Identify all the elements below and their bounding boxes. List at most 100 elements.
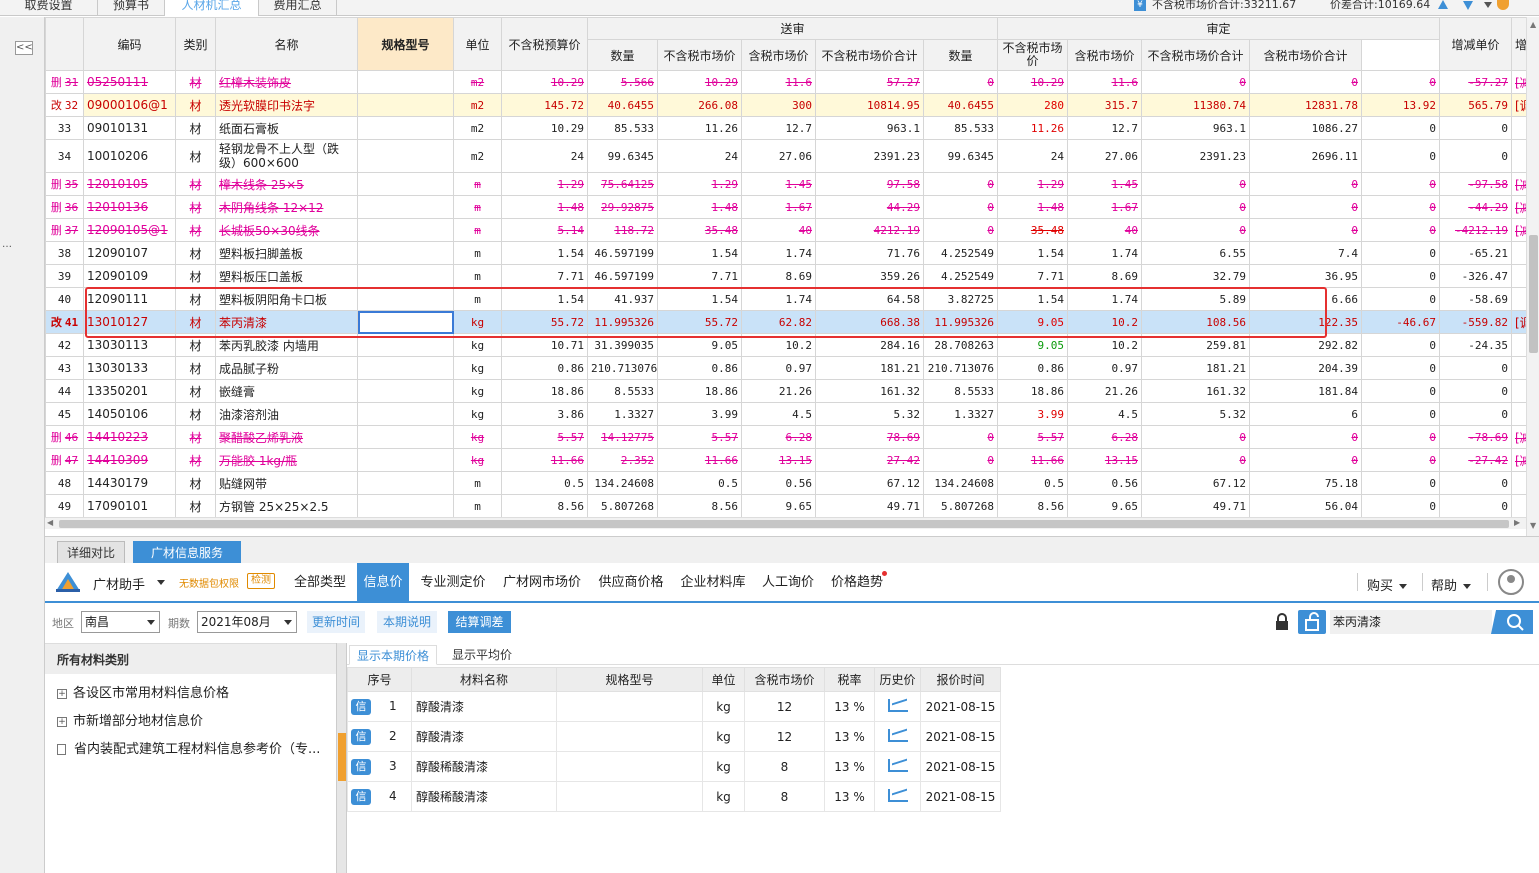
cell-extra[interactable]: [调 [1511,310,1526,334]
cell-extra[interactable]: [减 [1511,425,1526,449]
header-submit-market-excl-total[interactable]: 不含税市场价合计 [815,39,924,71]
cell-review-market-incl[interactable]: 0.97 [1067,356,1142,380]
cell-submit-market-incl[interactable]: 1.45 [741,172,816,196]
price-cell-history[interactable] [874,781,921,812]
cell-extra[interactable] [1511,264,1526,288]
cell-submit-market-incl[interactable]: 300 [741,93,816,117]
tab-labor-material-summary[interactable]: 人材机汇总 [165,0,259,16]
cell-budget-price[interactable]: 1.29 [501,172,588,196]
cell-submit-market-excl[interactable]: 11.26 [657,116,742,140]
cell-review-total[interactable]: 67.12 [1141,471,1250,495]
cell-name[interactable]: 轻钢龙骨不上人型（跌级）600×600 [215,139,358,173]
cell-budget-price[interactable]: 1.48 [501,195,588,219]
header-unit[interactable]: 单位 [453,17,502,71]
cell-review-qty[interactable]: 3.82725 [923,287,998,311]
cell-unit[interactable]: m2 [453,139,502,173]
cell-review-market-incl[interactable]: 1.45 [1067,172,1142,196]
cell-review-qty[interactable]: 4.252549 [923,241,998,265]
cell-review-incl-total[interactable]: 7.4 [1249,241,1362,265]
cell-review-total[interactable]: 0 [1141,172,1250,196]
cell-review-qty[interactable]: 0 [923,425,998,449]
price-cell-unit[interactable]: kg [702,781,745,812]
cell-budget-price[interactable]: 5.57 [501,425,588,449]
cell-submit-market-excl[interactable]: 1.54 [657,241,742,265]
row-seq[interactable]: 34 [45,139,84,173]
cell-budget-price[interactable]: 8.56 [501,494,588,517]
chevron-down-icon[interactable] [1484,2,1492,8]
cell-review-incl-total[interactable]: 75.18 [1249,471,1362,495]
cell-review-market-excl[interactable]: 11.66 [997,448,1068,472]
cell-inc-unit[interactable]: 0 [1361,425,1440,449]
cell-spec[interactable] [357,448,454,472]
cell-review-incl-total[interactable]: 12831.78 [1249,93,1362,117]
cell-review-total[interactable]: 0 [1141,448,1250,472]
cell-inc-amount[interactable]: -326.47 [1439,264,1512,288]
cell-review-market-incl[interactable]: 11.6 [1067,70,1142,94]
cell-review-market-incl[interactable]: 10.2 [1067,310,1142,334]
header-submit-qty[interactable]: 数量 [587,39,658,71]
cell-inc-amount[interactable]: -24.35 [1439,333,1512,357]
cell-name[interactable]: 苯丙乳胶漆 内墙用 [215,333,358,357]
cell-extra[interactable]: [减 [1511,218,1526,242]
cell-name[interactable]: 红樟木装饰皮 [215,70,358,94]
cell-code[interactable]: 14410309 [83,448,176,472]
cell-extra[interactable] [1511,494,1526,517]
cell-name[interactable]: 苯丙清漆 [215,310,358,334]
cell-inc-unit[interactable]: 0 [1361,264,1440,288]
cell-category[interactable]: 材 [175,287,216,311]
grid-vertical-scrollbar[interactable]: ▲ ▼ [1526,17,1539,536]
cell-submit-qty[interactable]: 1.3327 [587,402,658,426]
cell-submit-market-incl[interactable]: 40 [741,218,816,242]
price-cell-spec[interactable] [556,691,703,722]
caret-down-icon[interactable] [157,580,165,585]
cell-review-qty[interactable]: 0 [923,218,998,242]
cell-inc-amount[interactable]: 0 [1439,139,1512,173]
grid-horizontal-scrollbar[interactable]: ◀ ▶ [45,517,1526,529]
scroll-right-icon[interactable]: ▶ [1514,518,1520,527]
cell-review-market-excl[interactable]: 9.05 [997,310,1068,334]
cell-inc-unit[interactable]: 0 [1361,287,1440,311]
cell-category[interactable]: 材 [175,70,216,94]
table-row[interactable]: 42 13030113 材苯丙乳胶漆 内墙用 kg 10.71 31.399035 9.05… [45,333,1526,357]
cell-inc-amount[interactable]: -559.82 [1439,310,1512,334]
price-cell-name[interactable]: 醇酸稀酸清漆 [411,751,557,782]
cell-unit[interactable]: m [453,241,502,265]
cell-budget-price[interactable]: 18.86 [501,379,588,403]
lock-icon[interactable] [1274,613,1290,631]
cell-budget-price[interactable]: 55.72 [501,310,588,334]
cell-submit-market-incl[interactable]: 62.82 [741,310,816,334]
header-code[interactable]: 编码 [83,17,176,71]
cell-review-market-excl[interactable]: 3.99 [997,402,1068,426]
cell-review-total[interactable]: 161.32 [1141,379,1250,403]
table-row[interactable]: 删 37 12090105@1 材长城板50×30线条 m 5.14 118.72 35.48… [45,218,1526,242]
cell-review-qty[interactable]: 40.6455 [923,93,998,117]
header-spec[interactable]: 规格型号 [357,17,454,71]
price-cell-spec[interactable] [556,721,703,752]
cell-submit-qty[interactable]: 31.399035 [587,333,658,357]
cell-submit-market-excl[interactable]: 8.56 [657,494,742,517]
scroll-up-icon[interactable]: ▲ [1530,20,1536,29]
cell-review-total[interactable]: 108.56 [1141,310,1250,334]
cell-review-market-excl[interactable]: 1.54 [997,287,1068,311]
cell-inc-amount[interactable]: 0 [1439,494,1512,517]
cell-code[interactable]: 12010136 [83,195,176,219]
cell-review-qty[interactable]: 0 [923,70,998,94]
price-cell-name[interactable]: 醇酸稀酸清漆 [411,781,557,812]
header-inc-amount[interactable]: 增减金额 [1511,17,1526,71]
cell-category[interactable]: 材 [175,241,216,265]
price-cell-spec[interactable] [556,751,703,782]
cell-unit[interactable]: m2 [453,70,502,94]
cell-category[interactable]: 材 [175,218,216,242]
cell-extra[interactable] [1511,287,1526,311]
cell-budget-price[interactable]: 145.72 [501,93,588,117]
cell-review-total[interactable]: 32.79 [1141,264,1250,288]
cell-submit-qty[interactable]: 46.597199 [587,264,658,288]
cell-inc-unit[interactable]: 0 [1361,448,1440,472]
price-row[interactable]: 信 3 醇酸稀酸清漆 kg 8 13 % 2021-08-15 [347,751,1001,782]
cell-submit-market-incl[interactable]: 12.7 [741,116,816,140]
cell-submit-qty[interactable]: 11.995326 [587,310,658,334]
material-search-input[interactable]: 苯丙清漆 [1330,610,1492,634]
cell-submit-total[interactable]: 97.58 [815,172,924,196]
table-row[interactable]: 48 14430179 材贴缝网带 m 0.5 134.24608 0.5 0.56 67.12… [45,471,1526,495]
cell-review-incl-total[interactable]: 204.39 [1249,356,1362,380]
